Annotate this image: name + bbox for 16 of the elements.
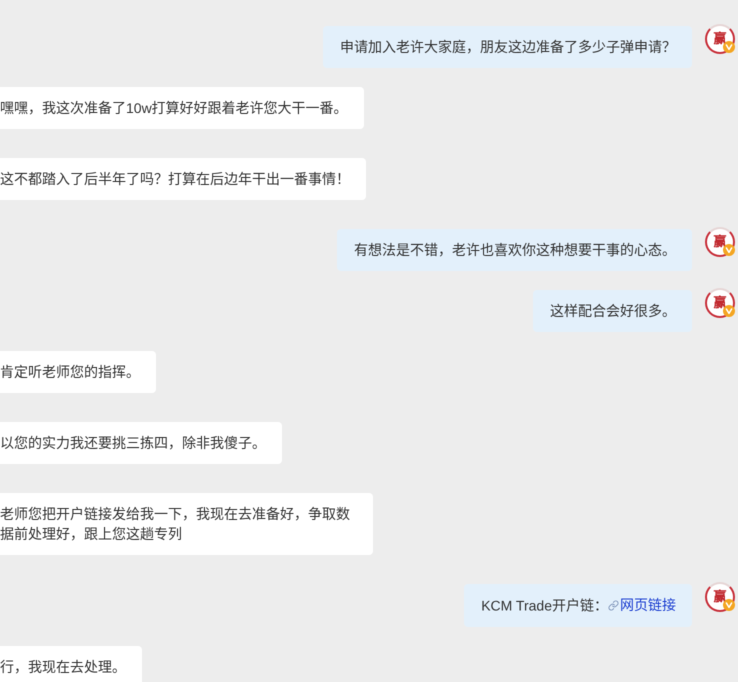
message-text: 这样配合会好很多。: [550, 303, 676, 319]
message-text: 申请加入老许大家庭，朋友这边准备了多少子弹申请？: [340, 39, 676, 55]
message-text: 以您的实力我还要挑三拣四，除非我傻子。: [0, 435, 266, 451]
message-text: 有想法是不错，老许也喜欢你这种想要干事的心态。: [354, 242, 676, 258]
message-text: 肯定听老师您的指挥。: [0, 364, 140, 380]
message-text: KCM Trade开户链：: [481, 598, 608, 614]
link-icon: [608, 600, 619, 610]
web-link[interactable]: 网页链接: [608, 595, 676, 615]
logo-character: 赢: [714, 235, 726, 249]
logo-character: 赢: [714, 590, 726, 604]
message-text: 老师您把开户链接发给我一下，我现在去准备好，争取数据前处理好，跟上您这趟专列: [0, 506, 350, 542]
message-text: 行，我现在去处理。: [0, 658, 126, 674]
logo-character: 赢: [714, 32, 726, 46]
message-text: 嘿嘿，我这次准备了10w打算好好跟着老许您大干一番。: [0, 100, 348, 116]
logo-character: 赢: [714, 296, 726, 310]
message-text: 这不都踏入了后半年了吗？打算在后边年干出一番事情！: [0, 171, 350, 187]
